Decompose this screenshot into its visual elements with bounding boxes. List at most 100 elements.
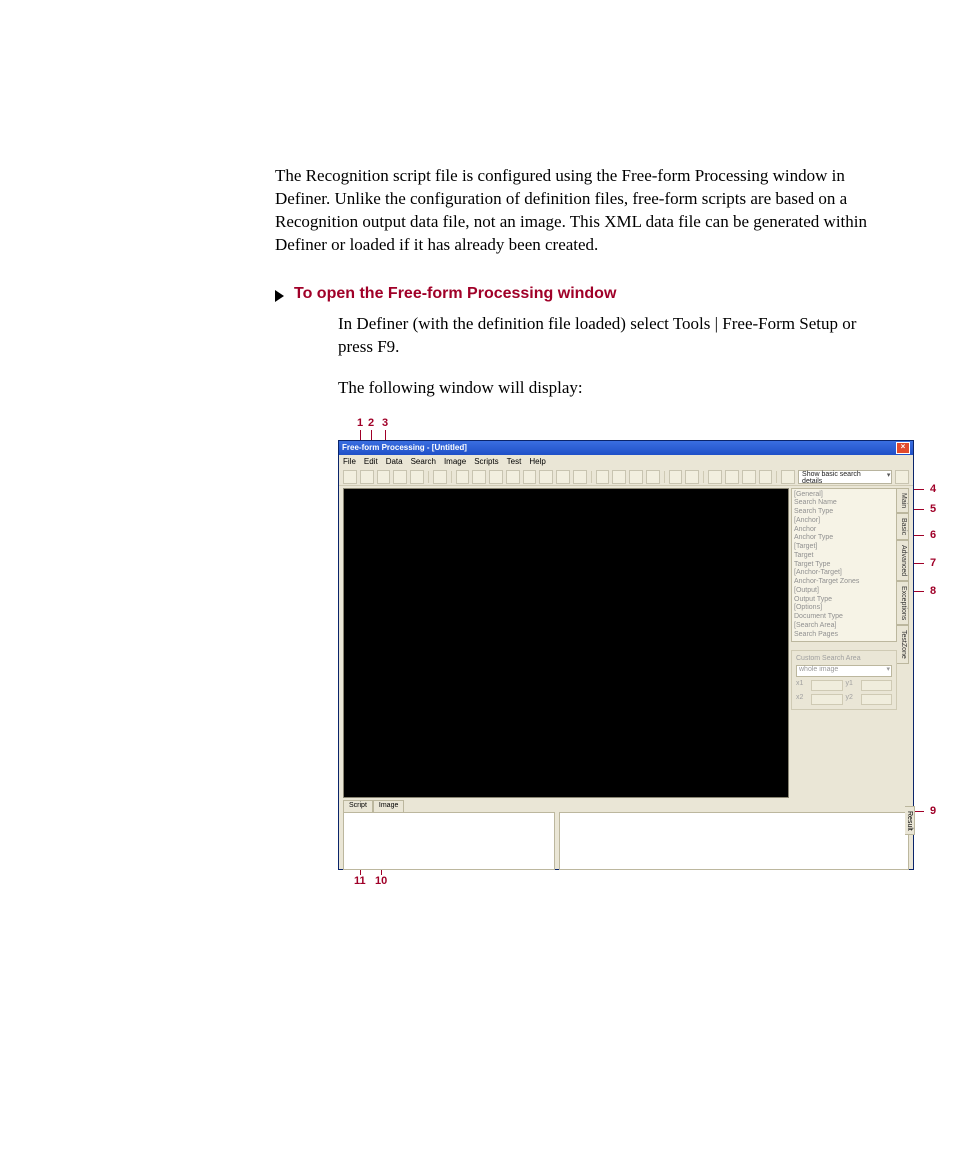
toolbar-prev-icon[interactable] bbox=[725, 470, 739, 484]
prop-item: Anchor Type bbox=[794, 534, 894, 543]
toolbar-btn-f[interactable] bbox=[523, 470, 537, 484]
tab-testzone[interactable]: TestZone bbox=[897, 625, 909, 664]
y1-label: y1 bbox=[846, 680, 858, 691]
prop-item: Document Type bbox=[794, 613, 894, 622]
callout-10: 10 bbox=[375, 876, 387, 887]
custom-area-dropdown[interactable]: whole image bbox=[796, 665, 892, 677]
toolbar-gear-icon[interactable] bbox=[393, 470, 407, 484]
callout-9: 9 bbox=[930, 806, 936, 817]
x1-label: x1 bbox=[796, 680, 808, 691]
step-1-text: In Definer (with the definition file loa… bbox=[338, 313, 874, 359]
toolbar-view-icon[interactable] bbox=[410, 470, 424, 484]
step-1-followup: The following window will display: bbox=[338, 377, 874, 400]
bottom-area: Script Image Result bbox=[339, 800, 913, 874]
toolbar-btn-j[interactable] bbox=[596, 470, 610, 484]
toolbar: Show basic search details bbox=[339, 469, 913, 486]
menubar: File Edit Data Search Image Scripts Test… bbox=[339, 455, 913, 469]
menu-data[interactable]: Data bbox=[386, 457, 403, 466]
work-area: [General] Search Name Search Type [Ancho… bbox=[339, 486, 913, 800]
window-title: Free-form Processing - [Untitled] bbox=[342, 443, 467, 452]
prop-item: [Output] bbox=[794, 587, 894, 596]
bottom-left-pane[interactable] bbox=[343, 812, 555, 870]
procedure-heading-row: To open the Free-form Processing window bbox=[275, 285, 874, 303]
toolbar-btn-b[interactable] bbox=[456, 470, 470, 484]
callout-4: 4 bbox=[930, 484, 936, 495]
prop-item: [General] bbox=[794, 491, 894, 500]
menu-help[interactable]: Help bbox=[529, 457, 545, 466]
image-canvas[interactable] bbox=[343, 488, 789, 798]
menu-image[interactable]: Image bbox=[444, 457, 466, 466]
toolbar-btn-g[interactable] bbox=[539, 470, 553, 484]
callout-7: 7 bbox=[930, 558, 936, 569]
menu-search[interactable]: Search bbox=[411, 457, 436, 466]
figure: 1 2 3 4 5 6 7 8 9 11 10 bbox=[338, 418, 938, 888]
x2-label: x2 bbox=[796, 694, 808, 705]
prop-item: Search Name bbox=[794, 499, 894, 508]
x1-field[interactable] bbox=[811, 680, 843, 691]
prop-item: Search Type bbox=[794, 508, 894, 517]
toolbar-btn-l[interactable] bbox=[629, 470, 643, 484]
window-titlebar: Free-form Processing - [Untitled] × bbox=[339, 441, 913, 455]
prop-item: Search Pages bbox=[794, 631, 894, 640]
right-panel: [General] Search Name Search Type [Ancho… bbox=[791, 488, 909, 798]
side-tabs: Main Basic Advanced Exceptions TestZone bbox=[897, 488, 909, 798]
toolbar-btn-k[interactable] bbox=[612, 470, 626, 484]
tab-main[interactable]: Main bbox=[897, 488, 909, 513]
toolbar-detail-combo[interactable]: Show basic search details bbox=[798, 470, 892, 484]
toolbar-btn-e[interactable] bbox=[506, 470, 520, 484]
y2-label: y2 bbox=[846, 694, 858, 705]
toolbar-btn-h[interactable] bbox=[556, 470, 570, 484]
toolbar-btn-a[interactable] bbox=[433, 470, 447, 484]
toolbar-help-icon[interactable] bbox=[895, 470, 909, 484]
callout-1: 1 bbox=[357, 418, 363, 429]
toolbar-next-icon[interactable] bbox=[742, 470, 756, 484]
toolbar-btn-m[interactable] bbox=[646, 470, 660, 484]
menu-file[interactable]: File bbox=[343, 457, 356, 466]
toolbar-doc-icon[interactable] bbox=[377, 470, 391, 484]
procedure-heading: To open the Free-form Processing window bbox=[294, 285, 616, 303]
callout-11: 11 bbox=[354, 876, 366, 887]
menu-edit[interactable]: Edit bbox=[364, 457, 378, 466]
x2-field[interactable] bbox=[811, 694, 843, 705]
document-page: The Recognition script file is configure… bbox=[0, 0, 954, 968]
tab-exceptions[interactable]: Exceptions bbox=[897, 581, 909, 625]
window-close-button[interactable]: × bbox=[896, 442, 910, 454]
tab-basic[interactable]: Basic bbox=[897, 513, 909, 540]
y1-field[interactable] bbox=[861, 680, 893, 691]
prop-item: Target bbox=[794, 552, 894, 561]
toolbar-zoomout-icon[interactable] bbox=[685, 470, 699, 484]
prop-item: [Options] bbox=[794, 604, 894, 613]
y2-field[interactable] bbox=[861, 694, 893, 705]
step-block: In Definer (with the definition file loa… bbox=[338, 313, 874, 400]
callout-8: 8 bbox=[930, 586, 936, 597]
prop-item: [Anchor] bbox=[794, 517, 894, 526]
callout-3: 3 bbox=[382, 418, 388, 429]
tab-script[interactable]: Script bbox=[343, 800, 373, 812]
tab-result[interactable]: Result bbox=[905, 806, 915, 836]
menu-scripts[interactable]: Scripts bbox=[474, 457, 498, 466]
tab-image[interactable]: Image bbox=[373, 800, 404, 812]
tab-advanced[interactable]: Advanced bbox=[897, 540, 909, 581]
prop-item: Anchor-Target Zones bbox=[794, 578, 894, 587]
prop-item: [Anchor-Target] bbox=[794, 569, 894, 578]
prop-item: [Target] bbox=[794, 543, 894, 552]
toolbar-btn-d[interactable] bbox=[489, 470, 503, 484]
custom-area-header: Custom Search Area bbox=[796, 655, 892, 662]
callout-6: 6 bbox=[930, 530, 936, 541]
toolbar-open-icon[interactable] bbox=[343, 470, 357, 484]
toolbar-btn-c[interactable] bbox=[472, 470, 486, 484]
callout-5: 5 bbox=[930, 504, 936, 515]
toolbar-save-icon[interactable] bbox=[360, 470, 374, 484]
toolbar-btn-i[interactable] bbox=[573, 470, 587, 484]
prop-item: [Search Area] bbox=[794, 622, 894, 631]
toolbar-zoomin-icon[interactable] bbox=[669, 470, 683, 484]
property-list[interactable]: [General] Search Name Search Type [Ancho… bbox=[791, 488, 897, 643]
menu-test[interactable]: Test bbox=[507, 457, 522, 466]
bottom-right-pane[interactable] bbox=[559, 812, 909, 870]
toolbar-last-icon[interactable] bbox=[759, 470, 773, 484]
toolbar-zoom-icon[interactable] bbox=[781, 470, 795, 484]
toolbar-first-icon[interactable] bbox=[708, 470, 722, 484]
bottom-tabs: Script Image bbox=[343, 800, 909, 812]
prop-item: Target Type bbox=[794, 561, 894, 570]
custom-search-area: Custom Search Area whole image x1 y1 x2 bbox=[791, 650, 897, 710]
